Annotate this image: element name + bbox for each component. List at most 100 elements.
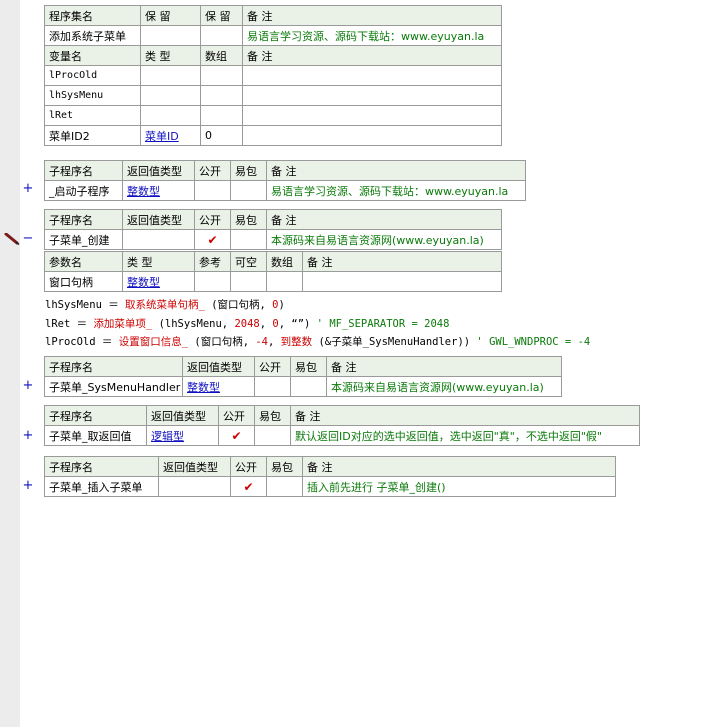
sub-row[interactable]: 子菜单_取返回值 逻辑型 ✔ 默认返回ID对应的选中返回值，选中返回"真"，不选…	[44, 425, 640, 446]
variables-header-row: 变量名 类 型 数组 备 注	[44, 45, 502, 66]
variable-name[interactable]: lhSysMenu	[44, 85, 141, 106]
col-easy-pack: 易包	[266, 456, 303, 477]
variable-array[interactable]: 0	[200, 125, 243, 146]
param-type[interactable]: 整数型	[122, 271, 195, 292]
expand-toggle-icon[interactable]: +	[22, 378, 34, 393]
sub-remark[interactable]: 本源码来自易语言资源网(www.eyuyan.la)	[266, 229, 502, 250]
sub-row[interactable]: 子菜单_SysMenuHandler 整数型 本源码来自易语言资源网(www.e…	[44, 376, 562, 397]
code-args: (&子菜单_SysMenuHandler))	[312, 336, 477, 348]
variable-type[interactable]: 菜单ID	[140, 125, 201, 146]
sub-easy-pack[interactable]	[230, 180, 267, 201]
sub-name[interactable]: 子菜单_取返回值	[44, 425, 147, 446]
variable-remark[interactable]	[242, 85, 502, 106]
variable-type[interactable]	[140, 65, 201, 86]
sub-easy-pack[interactable]	[266, 476, 303, 497]
sub-public[interactable]	[194, 180, 231, 201]
sub-public[interactable]	[254, 376, 291, 397]
col-return-type: 返回值类型	[122, 160, 195, 181]
variable-row[interactable]: 菜单ID2 菜单ID 0	[44, 125, 502, 146]
code-line[interactable]: lProcOld ＝ 设置窗口信息_ (窗口句柄, -4, 到整数 (&子菜单_…	[45, 334, 590, 349]
sub-return-type[interactable]	[158, 476, 231, 497]
param-ref[interactable]	[194, 271, 231, 292]
sub-remark[interactable]: 本源码来自易语言资源网(www.eyuyan.la)	[326, 376, 562, 397]
sub-return-type[interactable]: 整数型	[182, 376, 255, 397]
col-sub-remark: 备 注	[326, 356, 562, 377]
public-check-icon[interactable]: ✔	[194, 229, 231, 250]
code-function: 到整数	[280, 336, 313, 348]
col-return-type: 返回值类型	[122, 209, 195, 230]
sub-easy-pack[interactable]	[290, 376, 327, 397]
variable-array[interactable]	[200, 65, 243, 86]
col-public: 公开	[230, 456, 267, 477]
assembly-reserved-1[interactable]	[140, 25, 201, 46]
code-args: ,	[268, 336, 281, 348]
col-return-type: 返回值类型	[182, 356, 255, 377]
sub-easy-pack[interactable]	[230, 229, 267, 250]
param-name[interactable]: 窗口句柄	[44, 271, 123, 292]
sub-return-type[interactable]: 逻辑型	[146, 425, 219, 446]
sub-name[interactable]: _启动子程序	[44, 180, 123, 201]
sub-name[interactable]: 子菜单_插入子菜单	[44, 476, 159, 497]
code-args: ,	[259, 318, 273, 330]
col-param-array: 数组	[266, 251, 303, 272]
sub-remark[interactable]: 插入前先进行 子菜单_创建()	[302, 476, 616, 497]
param-optional[interactable]	[230, 271, 267, 292]
variable-name[interactable]: lProcOld	[44, 65, 141, 86]
col-assembly-name: 程序集名	[44, 5, 141, 26]
expand-toggle-icon[interactable]: +	[22, 428, 34, 443]
sub-row[interactable]: _启动子程序 整数型 易语言学习资源、源码下载站：www.eyuyan.la	[44, 180, 526, 201]
sub-name[interactable]: 子菜单_SysMenuHandler	[44, 376, 183, 397]
sub-header-row: 子程序名 返回值类型 公开 易包 备 注	[44, 160, 526, 181]
variable-row[interactable]: lRet	[44, 105, 502, 126]
sub-name[interactable]: 子菜单_创建	[44, 229, 123, 250]
assembly-remark[interactable]: 易语言学习资源、源码下载站：www.eyuyan.la	[242, 25, 502, 46]
variable-remark[interactable]	[242, 105, 502, 126]
param-row[interactable]: 窗口句柄 整数型	[44, 271, 502, 292]
variable-array[interactable]	[200, 85, 243, 106]
col-sub-name: 子程序名	[44, 356, 183, 377]
code-line[interactable]: lRet ＝ 添加菜单项_ (lhSysMenu, 2048, 0, “”) '…	[45, 316, 449, 331]
sub-remark[interactable]: 默认返回ID对应的选中返回值，选中返回"真"，不选中返回"假"	[290, 425, 640, 446]
col-public: 公开	[218, 405, 255, 426]
sub-table-sysmenuhandler: 子程序名 返回值类型 公开 易包 备 注 子菜单_SysMenuHandler …	[44, 356, 562, 397]
sub-easy-pack[interactable]	[254, 425, 291, 446]
sub-table-create: 子程序名 返回值类型 公开 易包 备 注 子菜单_创建 ✔ 本源码来自易语言资源…	[44, 209, 502, 250]
variable-remark[interactable]	[242, 125, 502, 146]
code-args: (lhSysMenu,	[152, 318, 235, 330]
variable-name[interactable]: lRet	[44, 105, 141, 126]
col-sub-name: 子程序名	[44, 209, 123, 230]
col-param-ref: 参考	[194, 251, 231, 272]
public-check-icon[interactable]: ✔	[230, 476, 267, 497]
variable-type[interactable]	[140, 105, 201, 126]
col-reserved-1: 保 留	[140, 5, 201, 26]
assembly-name[interactable]: 添加系统子菜单	[44, 25, 141, 46]
sub-return-type[interactable]	[122, 229, 195, 250]
variable-row[interactable]: lProcOld	[44, 65, 502, 86]
sub-remark[interactable]: 易语言学习资源、源码下载站：www.eyuyan.la	[266, 180, 526, 201]
assembly-row[interactable]: 添加系统子菜单 易语言学习资源、源码下载站：www.eyuyan.la	[44, 25, 502, 46]
col-sub-remark: 备 注	[290, 405, 640, 426]
collapse-toggle-icon[interactable]: −	[22, 231, 34, 246]
variable-remark[interactable]	[242, 65, 502, 86]
variable-array[interactable]	[200, 105, 243, 126]
sub-row[interactable]: 子菜单_插入子菜单 ✔ 插入前先进行 子菜单_创建()	[44, 476, 616, 497]
edit-pencil-icon	[4, 233, 20, 245]
sub-return-type[interactable]: 整数型	[122, 180, 195, 201]
col-var-type: 类 型	[140, 45, 201, 66]
code-function: 设置窗口信息_	[118, 336, 189, 348]
sub-row[interactable]: 子菜单_创建 ✔ 本源码来自易语言资源网(www.eyuyan.la)	[44, 229, 502, 250]
variable-row[interactable]: lhSysMenu	[44, 85, 502, 106]
assembly-reserved-2[interactable]	[200, 25, 243, 46]
param-remark[interactable]	[302, 271, 502, 292]
param-array[interactable]	[266, 271, 303, 292]
expand-toggle-icon[interactable]: +	[22, 478, 34, 493]
code-line[interactable]: lhSysMenu ＝ 取系统菜单句柄_ (窗口句柄, 0)	[45, 297, 285, 312]
col-var-name: 变量名	[44, 45, 141, 66]
param-table-create: 参数名 类 型 参考 可空 数组 备 注 窗口句柄 整数型	[44, 251, 502, 292]
code-args: )	[278, 299, 285, 311]
col-return-type: 返回值类型	[158, 456, 231, 477]
public-check-icon[interactable]: ✔	[218, 425, 255, 446]
expand-toggle-icon[interactable]: +	[22, 181, 34, 196]
variable-type[interactable]	[140, 85, 201, 106]
variable-name[interactable]: 菜单ID2	[44, 125, 141, 146]
